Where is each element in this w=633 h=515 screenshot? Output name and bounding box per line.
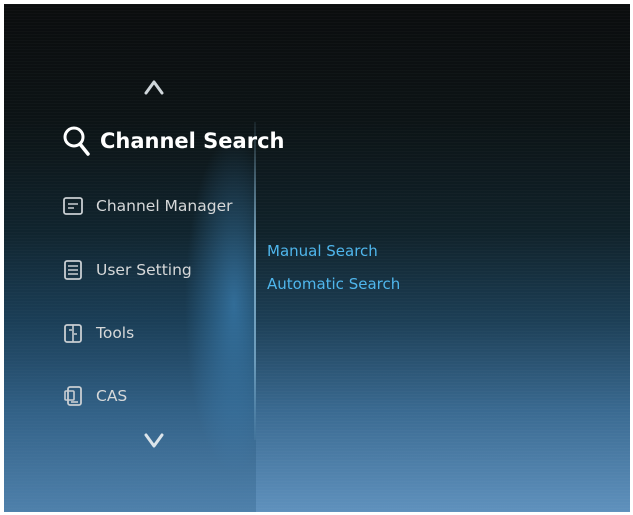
- tools-icon: [60, 320, 86, 346]
- menu-item-channel-manager[interactable]: Channel Manager: [60, 193, 233, 219]
- menu-item-label: Channel Manager: [96, 197, 233, 215]
- menu-item-label: CAS: [96, 387, 128, 405]
- submenu-item-manual-search[interactable]: Manual Search: [267, 240, 400, 273]
- submenu-list: Manual Search Automatic Search: [267, 240, 400, 306]
- menu-item-cas[interactable]: CAS: [60, 383, 127, 409]
- scroll-up-arrow-icon[interactable]: [142, 76, 166, 98]
- tv-menu-screen: Channel Search Channel Manager User Sett…: [4, 4, 630, 512]
- menu-item-label: Tools: [96, 324, 135, 342]
- menu-divider: [254, 122, 256, 440]
- user-setting-icon: [60, 257, 86, 283]
- menu-item-tools[interactable]: Tools: [60, 320, 134, 346]
- menu-item-label: User Setting: [96, 261, 192, 279]
- submenu-item-automatic-search[interactable]: Automatic Search: [267, 273, 400, 306]
- menu-item-user-setting[interactable]: User Setting: [60, 257, 192, 283]
- menu-item-label: Channel Search: [100, 129, 285, 153]
- channel-manager-icon: [60, 193, 86, 219]
- cas-card-icon: [60, 383, 86, 409]
- search-icon: [60, 124, 94, 158]
- menu-item-channel-search[interactable]: Channel Search: [60, 124, 284, 158]
- scroll-down-arrow-icon[interactable]: [142, 430, 166, 452]
